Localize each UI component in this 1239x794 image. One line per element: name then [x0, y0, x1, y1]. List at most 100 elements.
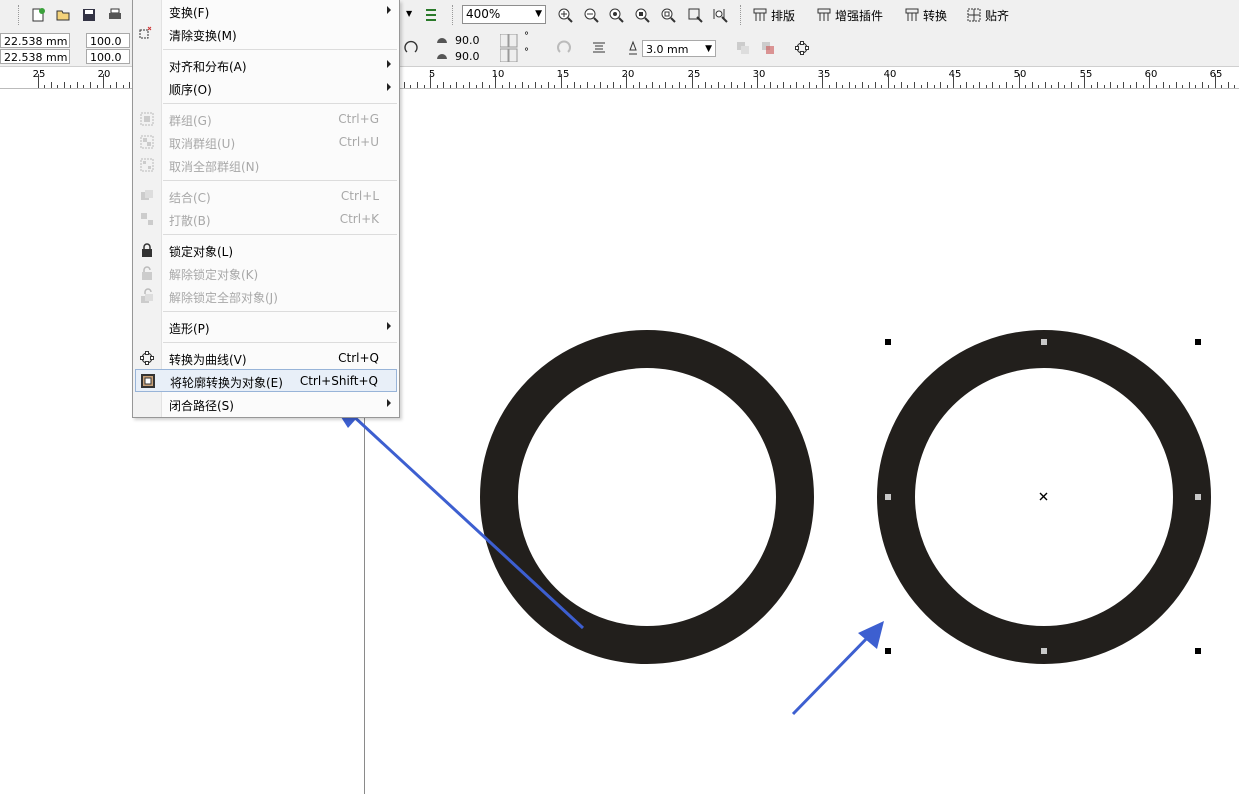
menu-item-break-apart[interactable]: 打散(B) Ctrl+K — [135, 208, 397, 231]
group-icon — [140, 112, 154, 126]
zoom-page-width-icon[interactable] — [684, 4, 706, 26]
menu-item-transform[interactable]: 变换(F) — [135, 0, 397, 23]
menu-item-order[interactable]: 顺序(O) — [135, 77, 397, 100]
ruler-label: 65 — [1209, 69, 1223, 80]
angle-spinner[interactable] — [499, 33, 518, 63]
plugin-layout-button[interactable]: 排版 — [752, 5, 795, 25]
menu-item-combine[interactable]: 结合(C) Ctrl+L — [135, 185, 397, 208]
outline-to-object-icon — [141, 374, 155, 388]
ruler-label: 25 — [687, 69, 701, 80]
save-icon[interactable] — [78, 4, 100, 26]
selection-handle-top-left[interactable] — [885, 339, 891, 345]
lock-icon — [142, 243, 152, 257]
combine-icon — [141, 190, 153, 200]
zoom-out-icon[interactable] — [580, 4, 602, 26]
ruler-label: 30 — [752, 69, 766, 80]
plugin-enhance-label: 增强插件 — [835, 8, 884, 23]
ruler-label: 35 — [817, 69, 831, 80]
forward-one-icon[interactable] — [757, 37, 779, 59]
scale-x-field[interactable]: 100.0 — [86, 33, 130, 48]
break-apart-icon — [141, 213, 153, 225]
menu-item-shortcut: Ctrl+Shift+Q — [299, 374, 378, 388]
open-folder-icon[interactable] — [52, 4, 74, 26]
plugin-convert-button[interactable]: 转换 — [904, 5, 947, 25]
end-angle-field[interactable]: 90.0 — [452, 49, 498, 64]
unlock-icon — [142, 266, 152, 280]
menu-item-shortcut: Ctrl+U — [338, 135, 379, 149]
menu-item-label: 取消全部群组(N) — [169, 160, 260, 174]
options-icon[interactable] — [420, 4, 442, 26]
ruler-tick — [560, 74, 562, 88]
toolbar-separator — [18, 5, 20, 25]
dropdown-arrow-icon[interactable]: ▼ — [406, 9, 412, 18]
ruler-tick — [37, 74, 39, 88]
new-document-icon[interactable] — [27, 4, 49, 26]
zoom-level-select[interactable]: 400% ▼ — [462, 5, 546, 24]
ruler-label: 25 — [32, 69, 46, 80]
wrap-text-icon[interactable] — [588, 37, 610, 59]
menu-item-convert-to-curves[interactable]: 转换为曲线(V) Ctrl+Q — [135, 347, 397, 370]
ring-outline-left[interactable] — [480, 330, 814, 664]
node-handle-top[interactable] — [1041, 339, 1047, 345]
rotate-arc-icon[interactable] — [400, 37, 422, 59]
menu-item-label: 对齐和分布(A) — [169, 60, 247, 74]
menu-item-label: 顺序(O) — [169, 83, 212, 97]
menu-separator — [163, 234, 397, 235]
menu-item-unlock-object[interactable]: 解除锁定对象(K) — [135, 262, 397, 285]
clear-transform-tool-icon[interactable] — [134, 22, 156, 44]
ungroup-icon — [140, 135, 154, 149]
convert-to-curves-icon[interactable] — [791, 37, 813, 59]
selection-handle-top-right[interactable] — [1195, 339, 1201, 345]
ruler-tick — [1018, 74, 1020, 88]
menu-item-close-path[interactable]: 闭合路径(S) — [135, 393, 397, 416]
menu-item-label: 解除锁定对象(K) — [169, 268, 259, 282]
node-handle-bottom[interactable] — [1041, 648, 1047, 654]
selection-handle-bottom-right[interactable] — [1195, 648, 1201, 654]
menu-item-shaping[interactable]: 造形(P) — [135, 316, 397, 339]
menu-item-label: 清除变换(M) — [169, 29, 237, 43]
position-x-field[interactable]: 22.538 mm — [0, 33, 70, 48]
zoom-page-icon[interactable] — [657, 4, 679, 26]
plugin-snap-button[interactable]: 贴齐 — [966, 5, 1009, 25]
zoom-in-icon[interactable] — [554, 4, 576, 26]
zoom-selected-icon[interactable] — [605, 4, 627, 26]
menu-item-outline-to-object[interactable]: 将轮廓转换为对象(E) Ctrl+Shift+Q — [135, 369, 397, 392]
ruler-tick — [103, 74, 104, 88]
menu-item-group[interactable]: 群组(G) Ctrl+G — [135, 108, 397, 131]
start-angle-field[interactable]: 90.0 — [452, 33, 498, 48]
menu-item-label: 闭合路径(S) — [169, 399, 234, 413]
menu-item-shortcut: Ctrl+K — [339, 212, 379, 226]
print-icon[interactable] — [104, 4, 126, 26]
plugin-layout-label: 排版 — [771, 8, 796, 23]
menu-item-ungroup[interactable]: 取消群组(U) Ctrl+U — [135, 131, 397, 154]
menu-item-unlock-all-objects[interactable]: 解除锁定全部对象(J) — [135, 285, 397, 308]
plugin-enhance-button[interactable]: 增强插件 — [816, 5, 883, 25]
selection-handle-bottom-left[interactable] — [885, 648, 891, 654]
ruler-label: 20 — [97, 69, 111, 80]
back-one-icon[interactable] — [732, 37, 754, 59]
degree-symbol-icon: ° — [524, 47, 529, 58]
menu-item-lock-object[interactable]: 锁定对象(L) — [135, 239, 397, 262]
outline-width-select[interactable]: 3.0 mm ▼ — [642, 40, 716, 57]
zoom-level-value: 400% — [466, 7, 501, 21]
outline-pen-icon[interactable] — [622, 37, 644, 59]
ruler-tick — [887, 74, 889, 88]
menu-item-label: 变换(F) — [169, 6, 210, 20]
ruler-label: 40 — [883, 69, 897, 80]
menu-item-shortcut: Ctrl+L — [340, 189, 379, 203]
menu-item-ungroup-all[interactable]: 取消全部群组(N) — [135, 154, 397, 177]
menu-item-align-distribute[interactable]: 对齐和分布(A) — [135, 54, 397, 77]
direction-toggle-icon[interactable] — [553, 37, 575, 59]
scale-y-field[interactable]: 100.0 — [86, 49, 130, 64]
position-y-field[interactable]: 22.538 mm — [0, 49, 70, 64]
zoom-all-objects-icon[interactable] — [631, 4, 653, 26]
menu-item-clear-transform[interactable]: 清除变换(M) — [135, 23, 397, 46]
toolbar-separator — [452, 5, 454, 25]
menu-item-label: 转换为曲线(V) — [169, 353, 247, 367]
ruler-tick — [757, 74, 758, 88]
convert-grid-icon — [905, 8, 919, 21]
node-handle-right[interactable] — [1195, 494, 1201, 500]
zoom-page-height-icon[interactable] — [709, 4, 731, 26]
node-handle-left[interactable] — [885, 494, 891, 500]
menu-separator — [163, 49, 397, 50]
